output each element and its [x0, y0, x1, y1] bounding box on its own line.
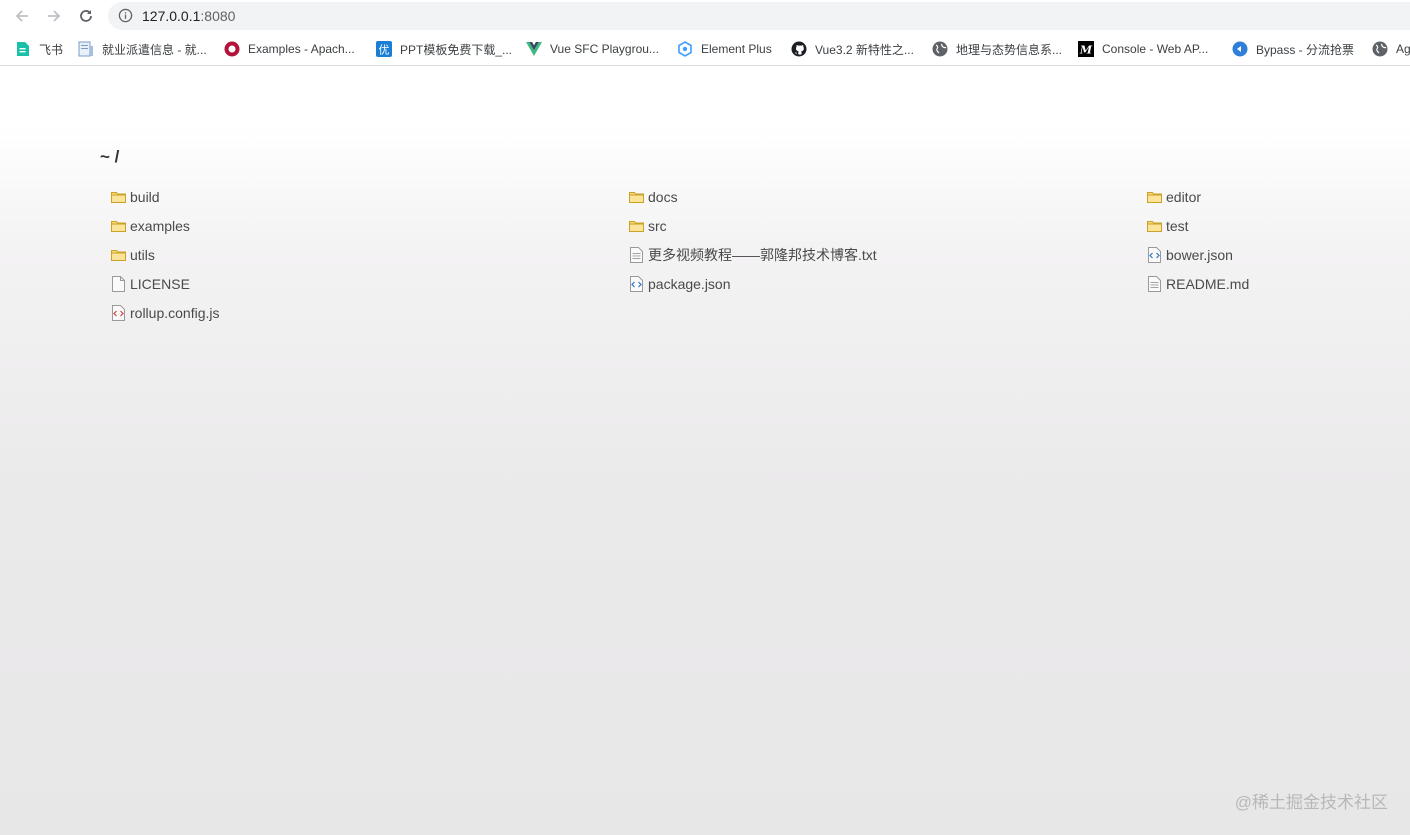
folder-icon	[628, 189, 644, 205]
file-entry-utils[interactable]: utils	[110, 245, 155, 265]
doc-icon	[78, 41, 94, 57]
bookmark-label: Bypass - 分流抢票	[1256, 42, 1355, 57]
file-entry-package-json[interactable]: package.json	[628, 274, 731, 294]
file-entry-readme-md[interactable]: README.md	[1146, 274, 1249, 294]
file-entry-rollup-config-js[interactable]: rollup.config.js	[110, 303, 220, 323]
file-name: rollup.config.js	[130, 305, 220, 321]
bookmark-bypass[interactable]: Bypass - 分流抢票	[1232, 40, 1354, 58]
reload-icon	[80, 10, 92, 22]
globe-icon	[1372, 41, 1388, 57]
file-name: build	[130, 189, 160, 205]
bookmark-ppt-templates[interactable]: 优 PPT模板免费下载_...	[376, 40, 512, 58]
forward-arrow-icon	[48, 10, 61, 22]
file-name: utils	[130, 247, 155, 263]
youppt-icon: 优	[376, 41, 392, 57]
file-name: test	[1166, 218, 1189, 234]
file-name: src	[648, 218, 667, 234]
folder-icon	[1146, 189, 1162, 205]
file-name: editor	[1166, 189, 1202, 205]
file-name: LICENSE	[130, 276, 190, 292]
file-name: 更多视频教程——郭隆邦技术博客.txt	[648, 247, 877, 263]
text-file-icon	[628, 247, 644, 263]
vue-icon	[526, 41, 542, 57]
bookmark-label: 就业派遣信息 - 就...	[102, 42, 207, 57]
bookmark-feishu[interactable]: 飞书	[15, 40, 63, 58]
folder-icon	[628, 218, 644, 234]
bookmark-label: 飞书	[39, 42, 64, 57]
svg-text:M: M	[1079, 44, 1093, 57]
json-file-icon	[628, 276, 644, 292]
file-name: package.json	[648, 276, 731, 292]
file-entry-examples[interactable]: examples	[110, 216, 190, 236]
bookmark-geo-info-system[interactable]: 地理与态势信息系...	[932, 40, 1062, 58]
folder-icon	[110, 218, 126, 234]
mdn-icon: M	[1078, 41, 1094, 57]
directory-listing-page: ~ / build docs editor examples src test …	[0, 66, 1410, 835]
watermark: @稀土掘金技术社区	[1234, 793, 1388, 812]
bookmark-echarts-examples[interactable]: Examples - Apach...	[224, 40, 355, 58]
file-entry-build[interactable]: build	[110, 187, 160, 207]
bookmark-element-plus[interactable]: Element Plus	[677, 40, 772, 58]
site-info-icon[interactable]	[118, 8, 133, 28]
folder-icon	[110, 247, 126, 263]
file-entry-test[interactable]: test	[1146, 216, 1189, 236]
svg-text:优: 优	[379, 44, 390, 57]
url-port: :8080	[200, 8, 236, 24]
element-plus-icon	[677, 41, 693, 57]
apache-echarts-icon	[224, 41, 240, 57]
file-name: docs	[648, 189, 678, 205]
file-entry-docs[interactable]: docs	[628, 187, 678, 207]
current-path: ~ /	[100, 147, 120, 166]
globe-icon	[932, 41, 948, 57]
bookmarks-bar: 飞书 就业派遣信息 - 就... Examples - Apach... 优 P…	[0, 33, 1410, 66]
file-name: bower.json	[1166, 247, 1233, 263]
bookmark-label: 地理与态势信息系...	[956, 42, 1063, 57]
json-file-icon	[1146, 247, 1162, 263]
file-name: README.md	[1166, 276, 1250, 292]
bookmark-label: Ag	[1396, 42, 1410, 56]
bookmark-vue32-features[interactable]: Vue3.2 新特性之...	[791, 40, 914, 58]
file-name: examples	[130, 218, 190, 234]
reload-button[interactable]	[75, 5, 97, 27]
bookmark-label: PPT模板免费下载_...	[400, 42, 513, 57]
back-button[interactable]	[11, 5, 33, 27]
back-arrow-icon	[15, 10, 28, 22]
blank-file-icon	[110, 276, 126, 292]
file-entry-license[interactable]: LICENSE	[110, 274, 190, 294]
bookmark-label: Console - Web AP...	[1102, 42, 1209, 56]
bookmark-label: Vue SFC Playgrou...	[550, 42, 659, 56]
text-file-icon	[1146, 276, 1162, 292]
address-bar[interactable]: 127.0.0.1:8080	[108, 2, 1410, 30]
folder-icon	[110, 189, 126, 205]
file-entry-editor[interactable]: editor	[1146, 187, 1201, 207]
feishu-doc-icon	[15, 41, 31, 57]
bookmark-truncated[interactable]: Ag	[1372, 40, 1410, 58]
bookmark-mdn-console[interactable]: M Console - Web AP...	[1078, 40, 1208, 58]
bookmark-label: Element Plus	[701, 42, 772, 56]
url-host: 127.0.0.1	[142, 8, 201, 24]
file-entry-video-tutorials-txt[interactable]: 更多视频教程——郭隆邦技术博客.txt	[628, 245, 877, 265]
folder-icon	[1146, 218, 1162, 234]
bookmark-job-info[interactable]: 就业派遣信息 - 就...	[78, 40, 207, 58]
file-entry-bower-json[interactable]: bower.json	[1146, 245, 1233, 265]
bookmark-label: Vue3.2 新特性之...	[815, 42, 914, 57]
github-icon	[791, 41, 807, 57]
browser-toolbar: 127.0.0.1:8080	[0, 0, 1410, 33]
forward-button[interactable]	[43, 5, 65, 27]
bookmark-vue-playground[interactable]: Vue SFC Playgrou...	[526, 40, 659, 58]
file-entry-src[interactable]: src	[628, 216, 667, 236]
js-file-icon	[110, 305, 126, 321]
url-text: 127.0.0.1:8080	[142, 8, 235, 24]
bookmark-label: Examples - Apach...	[248, 42, 355, 56]
bypass-icon	[1232, 41, 1248, 57]
